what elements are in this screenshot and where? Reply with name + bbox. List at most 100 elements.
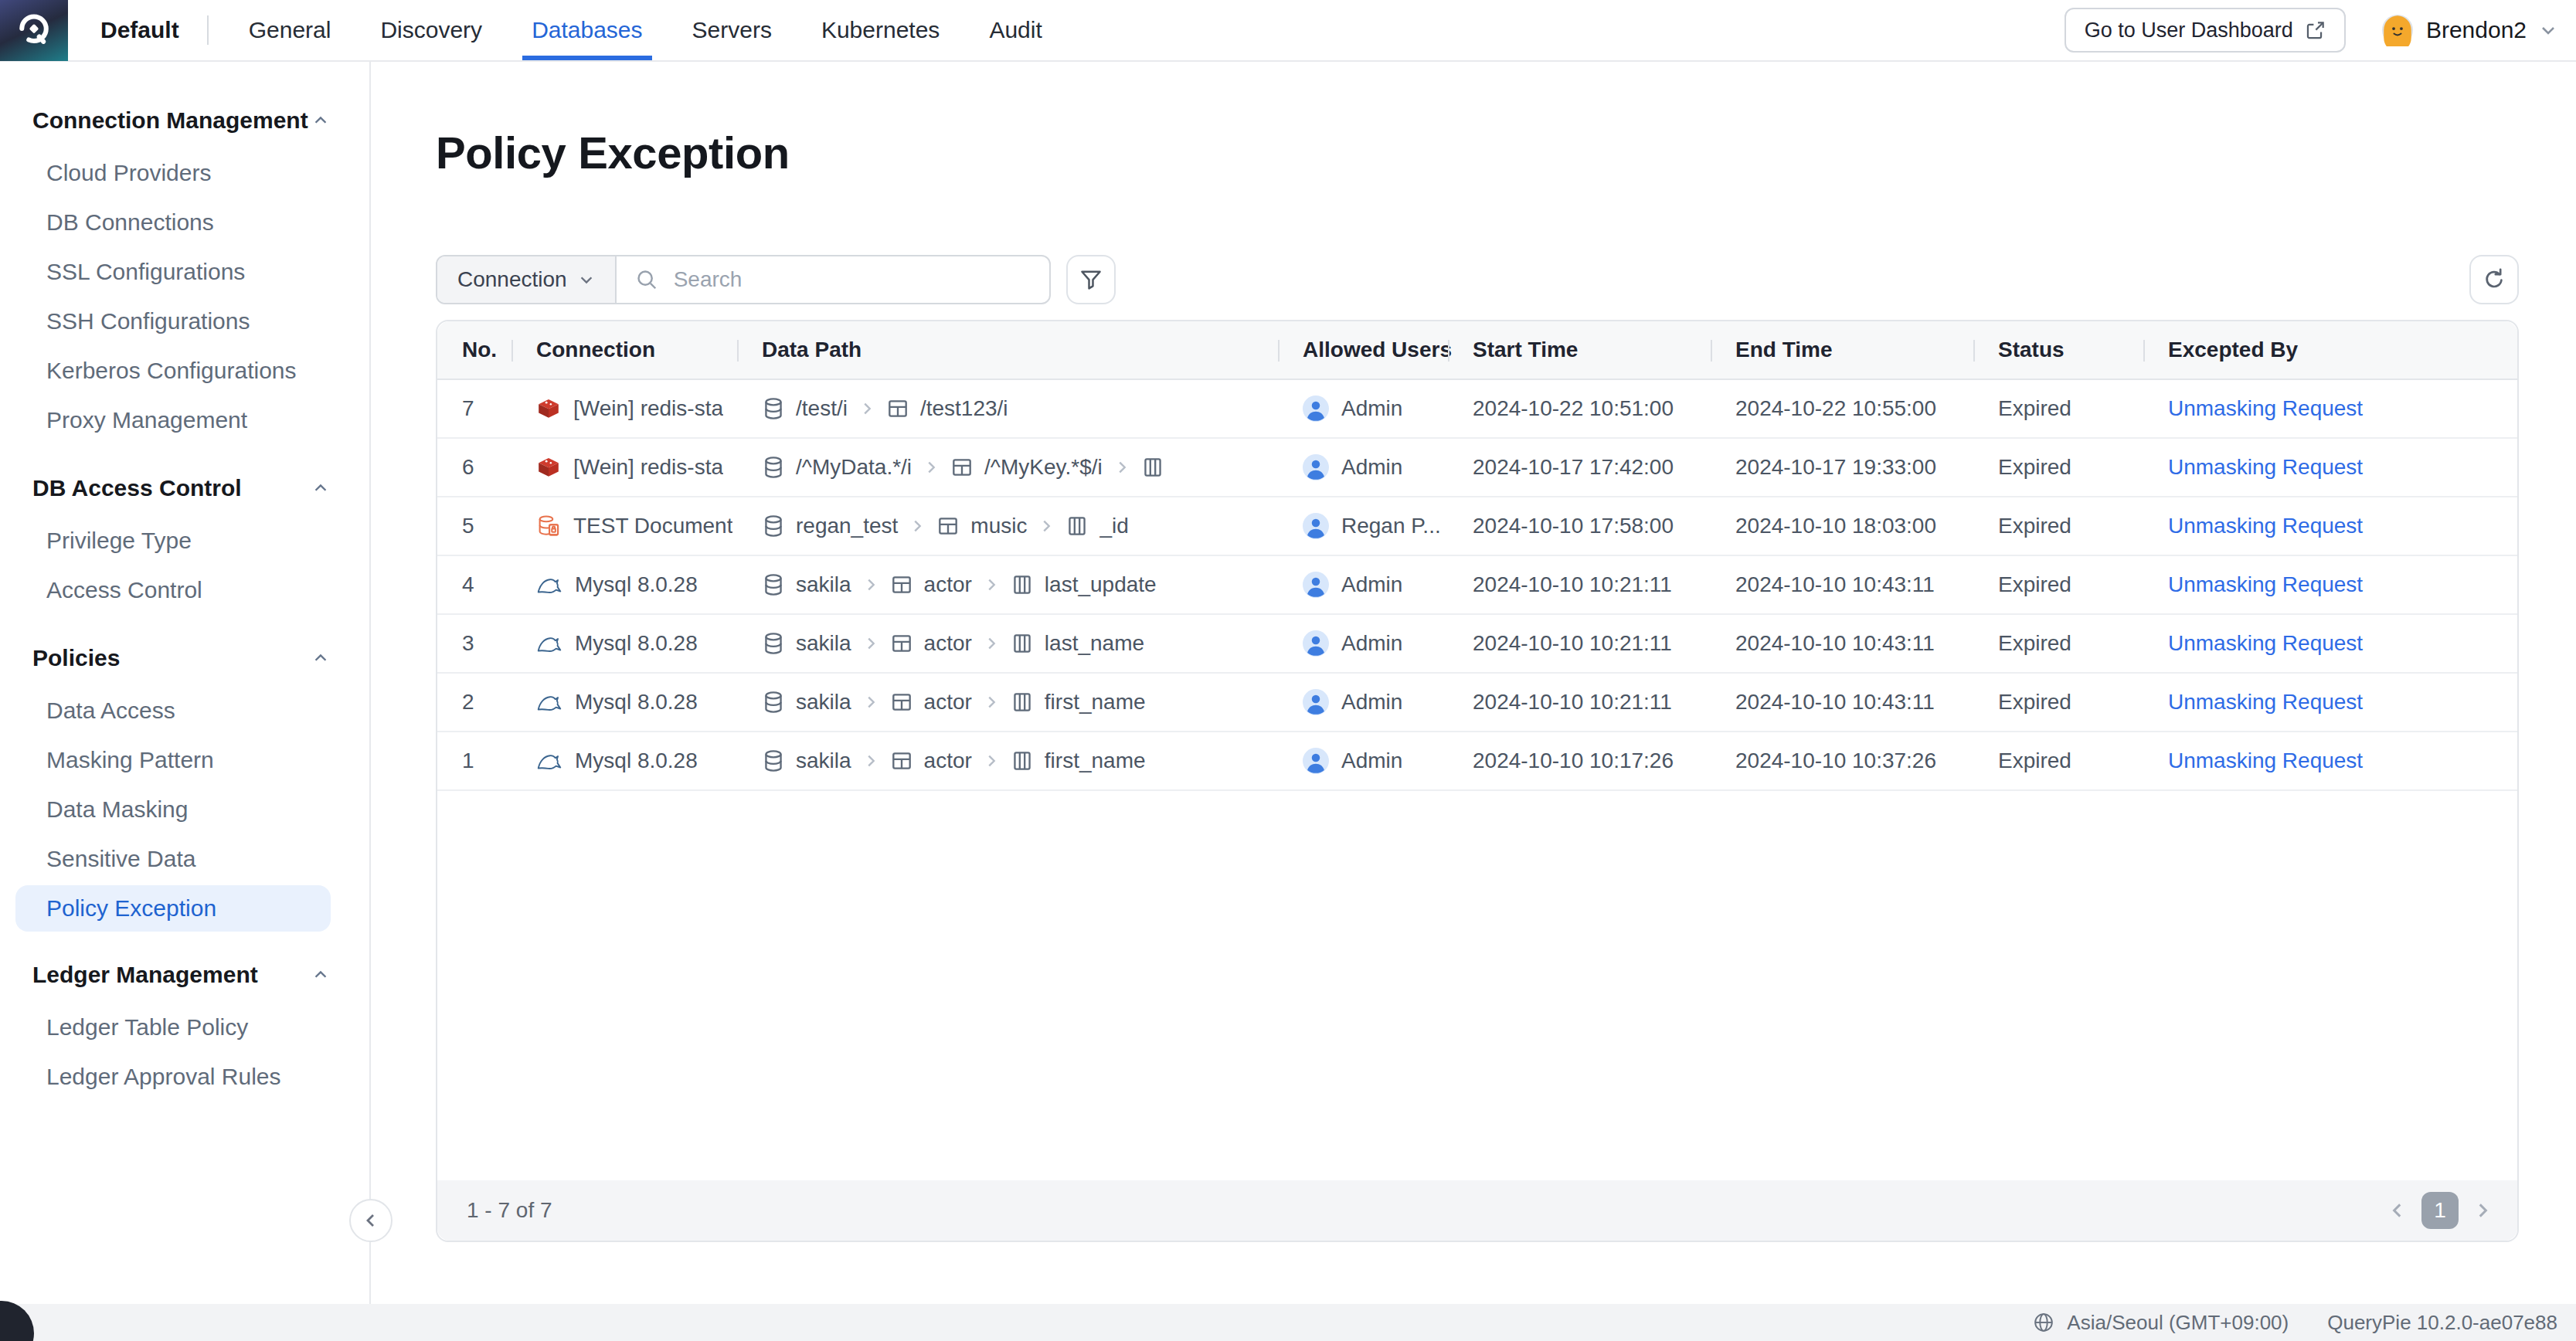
version-label: QueryPie 10.2.0-ae07e88 [2327, 1311, 2557, 1335]
table-row[interactable]: 1Mysql 8.0.28sakilaactorfirst_nameAdmin2… [437, 732, 2517, 791]
path-segment [1141, 456, 1164, 479]
column-icon [1065, 514, 1089, 538]
unmasking-request-link[interactable]: Unmasking Request [2168, 572, 2363, 597]
sidebar-section-ledger-management[interactable]: Ledger Management [0, 950, 369, 1000]
workspace-name[interactable]: Default [100, 17, 179, 43]
nav-item-discovery[interactable]: Discovery [380, 0, 482, 60]
chevron-right-icon [983, 635, 1000, 652]
chevron-right-icon [858, 400, 875, 417]
chevron-right-icon [862, 752, 879, 769]
column-icon [1011, 749, 1034, 772]
chevron-right-icon [1113, 459, 1130, 476]
cell-data-path: /^MyData.*/i/^MyKey.*$/i [737, 439, 1278, 496]
path-segment: _id [1065, 514, 1128, 538]
unmasking-request-link[interactable]: Unmasking Request [2168, 396, 2363, 421]
chevron-down-icon [578, 271, 595, 288]
prev-page-icon[interactable] [2387, 1200, 2408, 1220]
connection-name: Mysql 8.0.28 [575, 572, 698, 597]
unmasking-request-link[interactable]: Unmasking Request [2168, 631, 2363, 656]
nav-item-general[interactable]: General [249, 0, 331, 60]
sidebar-item-proxy-management[interactable]: Proxy Management [0, 396, 369, 445]
chevron-right-icon [923, 459, 940, 476]
cell-allowed-users: Admin [1278, 732, 1448, 789]
table-row[interactable]: 7[Wein] redis-sta/test/i/test123/iAdmin2… [437, 380, 2517, 439]
sidebar-item-kerberos-configurations[interactable]: Kerberos Configurations [0, 346, 369, 396]
current-page[interactable]: 1 [2421, 1192, 2459, 1229]
nav-item-servers[interactable]: Servers [692, 0, 772, 60]
sidebar-item-privilege-type[interactable]: Privilege Type [0, 516, 369, 565]
cell-status: Expired [1973, 556, 2143, 613]
connection-name: Mysql 8.0.28 [575, 749, 698, 773]
unmasking-request-link[interactable]: Unmasking Request [2168, 514, 2363, 538]
cell-end-time: 2024-10-10 10:43:11 [1711, 674, 1973, 731]
go-to-user-dashboard-button[interactable]: Go to User Dashboard [2065, 8, 2346, 53]
sidebar-item-cloud-providers[interactable]: Cloud Providers [0, 148, 369, 198]
connection-name: [Wein] redis-sta [573, 455, 723, 480]
path-segment: sakila [762, 572, 851, 597]
allowed-user-name: Admin [1341, 690, 1402, 715]
path-label: _id [1099, 514, 1128, 538]
sidebar-item-ssh-configurations[interactable]: SSH Configurations [0, 297, 369, 346]
cell-connection: Mysql 8.0.28 [511, 556, 737, 613]
chevron-right-icon [909, 518, 926, 535]
path-label: last_name [1045, 631, 1144, 656]
nav-item-databases[interactable]: Databases [532, 0, 642, 60]
allowed-user-name: Admin [1341, 631, 1402, 656]
table-row[interactable]: 2Mysql 8.0.28sakilaactorfirst_nameAdmin2… [437, 674, 2517, 732]
cell-end-time: 2024-10-10 10:43:11 [1711, 615, 1973, 672]
search-input[interactable] [671, 266, 1031, 294]
user-icon [1303, 630, 1329, 657]
dashboard-button-label: Go to User Dashboard [2085, 19, 2293, 42]
path-label: music [970, 514, 1027, 538]
path-segment: regan_test [762, 514, 898, 538]
sidebar-item-policy-exception[interactable]: Policy Exception [15, 885, 331, 932]
table-row[interactable]: 4Mysql 8.0.28sakilaactorlast_updateAdmin… [437, 556, 2517, 615]
path-segment: /test/i [762, 396, 848, 421]
sidebar-section-db-access-control[interactable]: DB Access Control [0, 463, 369, 513]
sidebar-section-policies[interactable]: Policies [0, 633, 369, 683]
cell-excepted-by: Unmasking Request [2143, 497, 2517, 555]
search-field-select[interactable]: Connection [437, 256, 617, 303]
sidebar-item-ledger-table-policy[interactable]: Ledger Table Policy [0, 1003, 369, 1052]
sidebar-item-access-control[interactable]: Access Control [0, 565, 369, 615]
sidebar-collapse-button[interactable] [349, 1199, 393, 1242]
refresh-button[interactable] [2469, 255, 2519, 304]
cell-data-path: regan_test music _id [737, 497, 1278, 555]
nav-item-kubernetes[interactable]: Kubernetes [821, 0, 940, 60]
table-row[interactable]: 5TEST Documentregan_testmusic_idRegan P.… [437, 497, 2517, 556]
unmasking-request-link[interactable]: Unmasking Request [2168, 749, 2363, 773]
column-header-allowed-users: Allowed Users [1278, 321, 1448, 379]
cell-allowed-users: Regan P... [1278, 497, 1448, 555]
column-icon [1141, 456, 1164, 479]
sidebar-item-db-connections[interactable]: DB Connections [0, 198, 369, 247]
user-menu[interactable]: Brendon2 [2381, 14, 2557, 46]
nav-item-audit[interactable]: Audit [989, 0, 1042, 60]
main-content: Policy Exception Connection [371, 62, 2576, 1304]
page-title: Policy Exception [436, 124, 2576, 182]
cell-data-path: sakilaactorlast_name [737, 615, 1278, 672]
sidebar-item-masking-pattern[interactable]: Masking Pattern [0, 735, 369, 785]
user-icon [1303, 689, 1329, 715]
sidebar-section-title: Policies [32, 645, 120, 671]
path-label: /test123/i [920, 396, 1008, 421]
filter-button[interactable] [1066, 255, 1116, 304]
chat-launcher-partial[interactable] [0, 1301, 34, 1341]
sidebar-item-ledger-approval-rules[interactable]: Ledger Approval Rules [0, 1052, 369, 1102]
column-header-start-time: Start Time [1448, 321, 1711, 379]
sidebar-item-data-masking[interactable]: Data Masking [0, 785, 369, 834]
table-row[interactable]: 6[Wein] redis-sta/^MyData.*/i/^MyKey.*$/… [437, 439, 2517, 497]
path-segment: actor [890, 749, 972, 773]
table-row[interactable]: 3Mysql 8.0.28sakilaactorlast_nameAdmin20… [437, 615, 2517, 674]
sidebar-item-sensitive-data[interactable]: Sensitive Data [0, 834, 369, 884]
next-page-icon[interactable] [2472, 1200, 2493, 1220]
chevron-right-icon [983, 694, 1000, 711]
unmasking-request-link[interactable]: Unmasking Request [2168, 455, 2363, 480]
topbar-right: Go to User Dashboard Brendon2 [2065, 8, 2576, 53]
sidebar-item-data-access[interactable]: Data Access [0, 686, 369, 735]
querypie-logo-icon[interactable] [0, 0, 68, 61]
sidebar-section-connection-management[interactable]: Connection Management [0, 96, 369, 145]
unmasking-request-link[interactable]: Unmasking Request [2168, 690, 2363, 715]
connection-name: Mysql 8.0.28 [575, 690, 698, 715]
sidebar-item-ssl-configurations[interactable]: SSL Configurations [0, 247, 369, 297]
allowed-user-name: Admin [1341, 749, 1402, 773]
